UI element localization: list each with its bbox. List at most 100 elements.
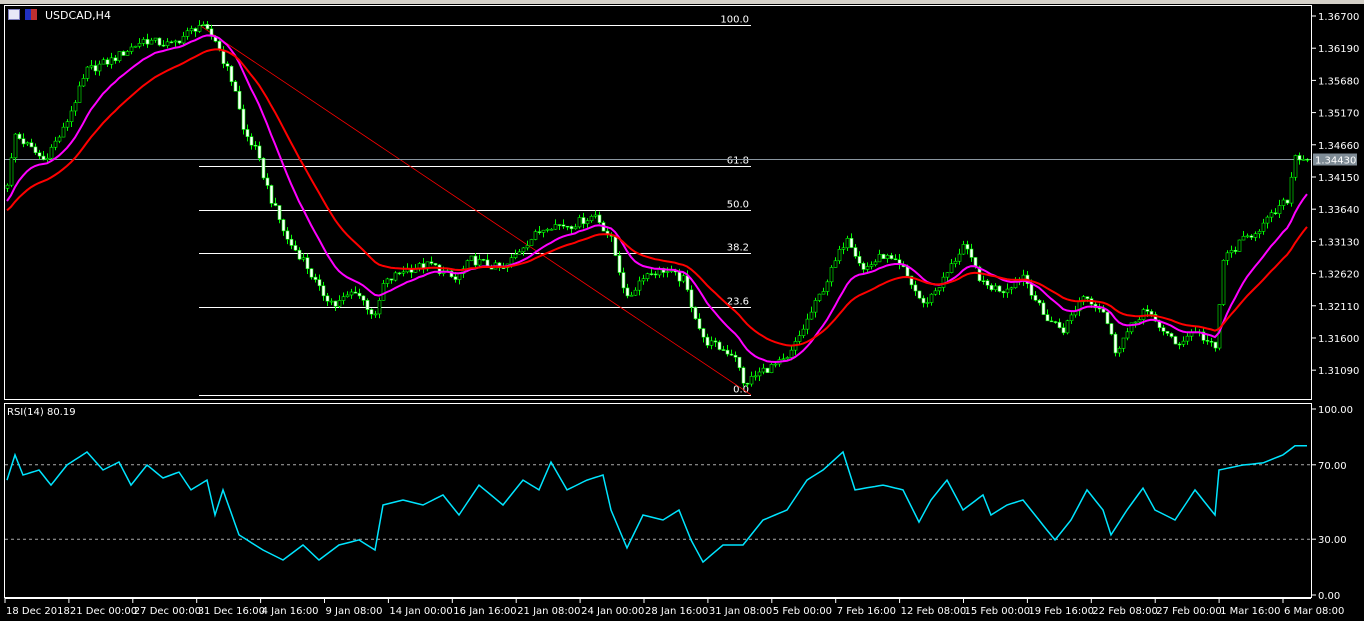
candle-body [797, 335, 802, 342]
candle [969, 243, 974, 262]
candle-body [993, 285, 998, 291]
candle [297, 247, 302, 261]
candle-body [649, 273, 654, 275]
candle-body [729, 353, 734, 356]
candle [269, 184, 274, 208]
candle [37, 149, 42, 160]
candle-body [173, 40, 178, 43]
candle-body [97, 63, 102, 72]
candle [1237, 239, 1242, 252]
candle-body [629, 294, 634, 297]
candle-body [581, 217, 586, 225]
candle-body [709, 340, 714, 346]
candle-body [861, 262, 866, 270]
candle-body [25, 142, 30, 145]
candle [1229, 245, 1234, 258]
candle-body [905, 266, 910, 277]
candle [293, 240, 298, 252]
price-chart[interactable]: 1.36700 1.36190 1.35680 1.35170 1.34660 1.341… [0, 0, 1364, 621]
candle [1189, 329, 1194, 341]
candle [541, 229, 546, 238]
candle [885, 253, 890, 263]
candle [193, 27, 198, 37]
candle [1041, 300, 1046, 316]
candle [241, 104, 246, 135]
candle-body [1117, 348, 1122, 354]
candle [841, 242, 846, 255]
candle [409, 264, 414, 279]
candle-body [693, 306, 698, 320]
candle-body [869, 264, 874, 267]
candle-body [521, 247, 526, 253]
candle [149, 37, 154, 45]
candle-body [789, 349, 794, 358]
candle [1265, 215, 1270, 229]
candle-body [353, 291, 358, 294]
candle [433, 263, 438, 266]
candle-body [473, 255, 478, 266]
rsi-tick-label: 30.00 [1318, 535, 1347, 546]
candle-body [13, 133, 18, 159]
candle [321, 281, 326, 301]
candle-body [893, 258, 898, 261]
time-tick-label: 5 Feb 00:00 [773, 606, 832, 617]
candle-body [713, 340, 718, 343]
candle-body [1305, 158, 1310, 161]
candle-body [165, 41, 170, 46]
candle [697, 313, 702, 331]
time-tick-label: 21 Jan 08:00 [517, 606, 580, 617]
candle-body [109, 57, 114, 65]
candle-body [529, 239, 534, 246]
candle-body [321, 285, 326, 297]
candle [633, 287, 638, 296]
price-tick-label: 1.35170 [1318, 109, 1359, 120]
candle-body [1149, 311, 1154, 315]
candle [125, 49, 130, 56]
candle [5, 183, 10, 193]
candle [1065, 319, 1070, 335]
candle-body [689, 289, 694, 308]
candle [357, 288, 362, 299]
candle-body [1237, 239, 1242, 252]
candle [617, 251, 622, 276]
time-tick-label: 16 Jan 16:00 [453, 606, 516, 617]
candle-body [965, 244, 970, 250]
candle-body [821, 291, 826, 295]
candle [485, 254, 490, 267]
fib-level-label: 50.0 [727, 200, 749, 211]
candle [1245, 233, 1250, 239]
candle [49, 144, 54, 160]
time-tick-label: 22 Feb 08:00 [1092, 606, 1158, 617]
candle-body [145, 39, 150, 45]
candle [425, 261, 430, 272]
candle [1301, 155, 1306, 161]
candle [625, 283, 630, 299]
candle-body [561, 224, 566, 227]
candle-body [913, 284, 918, 292]
candle [1001, 290, 1006, 298]
candle-body [833, 260, 838, 268]
candle [941, 272, 946, 292]
candle-body [1005, 288, 1010, 294]
candle-body [1145, 309, 1150, 312]
candle-body [665, 271, 670, 273]
candle [329, 298, 334, 306]
candle-body [1225, 252, 1230, 261]
candle [689, 285, 694, 313]
candle [153, 37, 158, 43]
candle-body [925, 302, 930, 304]
candle-body [1169, 333, 1174, 337]
candle-body [573, 226, 578, 230]
candle-body [889, 255, 894, 260]
candle [353, 286, 358, 294]
candle [713, 337, 718, 348]
candle [845, 235, 850, 251]
candle [257, 141, 262, 162]
candle [829, 265, 834, 287]
time-tick-label: 21 Dec 00:00 [70, 606, 137, 617]
candle [305, 253, 310, 275]
candle-body [65, 121, 70, 128]
candle-body [985, 280, 990, 286]
time-tick-label: 1 Mar 16:00 [1220, 606, 1280, 617]
candle-body [333, 300, 338, 307]
